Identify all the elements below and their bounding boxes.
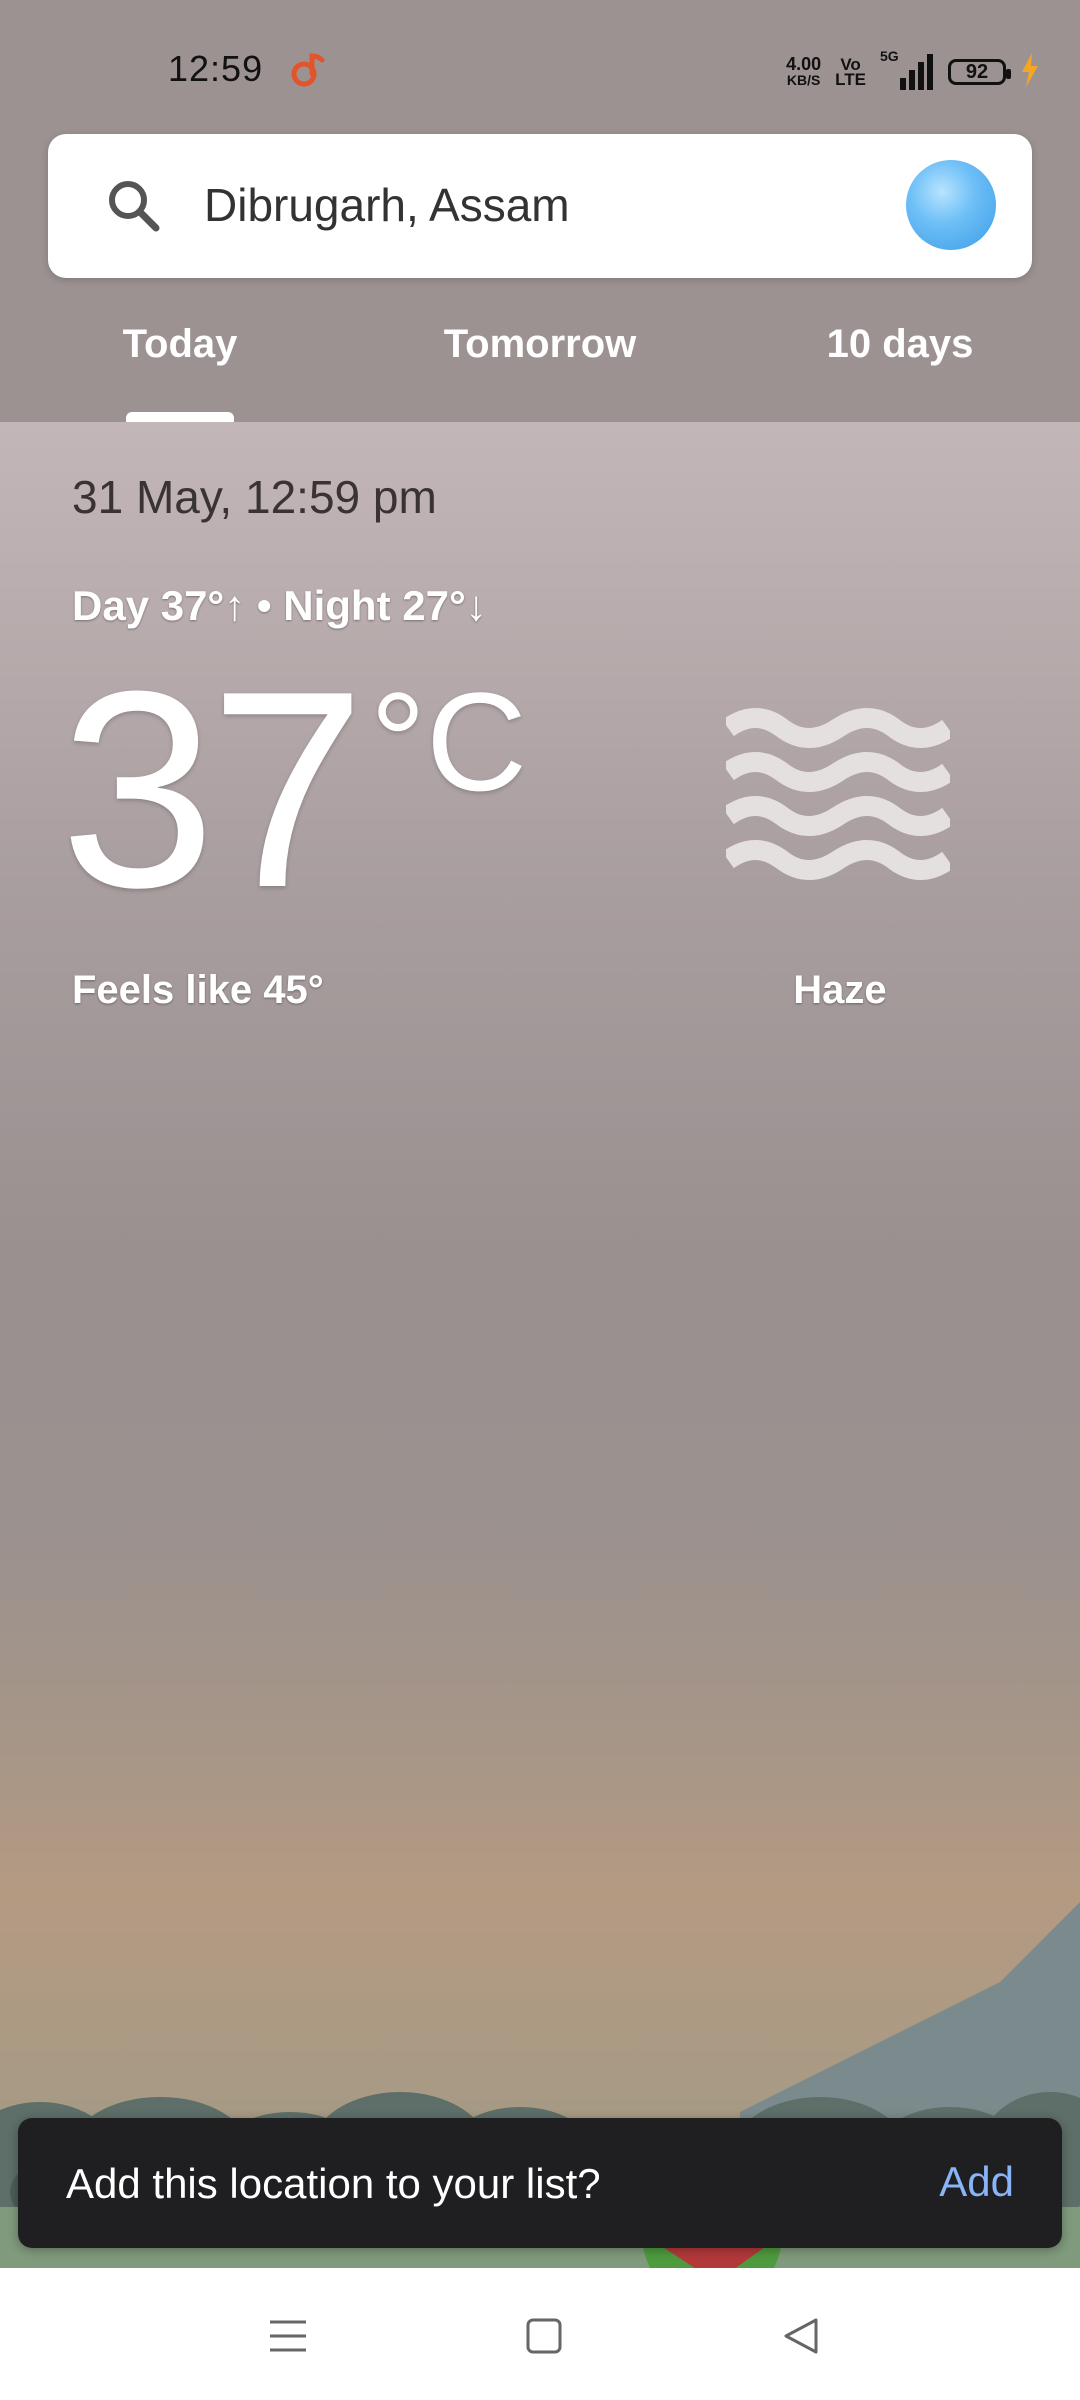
menu-icon[interactable] <box>264 2312 312 2360</box>
weather-panel: 31 May, 12:59 pm Day 37°↑ • Night 27°↓ 3… <box>0 422 1080 2268</box>
tab-today[interactable]: Today <box>80 322 280 367</box>
navigation-bar <box>0 2268 1080 2400</box>
feels-like: Feels like 45° <box>72 968 324 1012</box>
charging-icon <box>1020 52 1040 92</box>
status-bar: 12:59 4.00 KB/S Vo LTE 5G 92 <box>0 0 1080 130</box>
snackbar-message: Add this location to your list? <box>66 2160 601 2207</box>
music-note-icon <box>288 50 328 90</box>
add-location-snackbar: Add this location to your list? Add <box>18 2118 1062 2248</box>
header: 12:59 4.00 KB/S Vo LTE 5G 92 Dibrugarh, … <box>0 0 1080 422</box>
search-location-text[interactable]: Dibrugarh, Assam <box>204 178 570 232</box>
status-time: 12:59 <box>168 48 264 89</box>
tab-10-days[interactable]: 10 days <box>800 322 1000 367</box>
forecast-tabs: Today Tomorrow 10 days <box>0 300 1080 422</box>
net-speed-value: 4.00 <box>786 54 822 74</box>
haze-icon <box>722 704 954 890</box>
net-speed-unit: KB/S <box>786 72 821 88</box>
temperature-unit: °C <box>370 663 528 820</box>
current-temperature: 37 <box>60 634 365 946</box>
add-button[interactable]: Add <box>939 2158 1014 2206</box>
tab-tomorrow[interactable]: Tomorrow <box>420 322 660 367</box>
signal-icon: 5G <box>880 48 934 92</box>
net-speed: 4.00 KB/S <box>786 54 822 88</box>
volte-bottom: LTE <box>835 70 866 89</box>
date-time: 31 May, 12:59 pm <box>72 471 437 523</box>
home-icon[interactable] <box>520 2312 568 2360</box>
network-type: 5G <box>880 48 899 64</box>
status-indicators: 4.00 KB/S Vo LTE 5G 92 <box>786 48 1040 94</box>
battery-level: 92 <box>965 60 989 83</box>
search-bar[interactable]: Dibrugarh, Assam <box>48 134 1032 278</box>
volte-indicator: Vo LTE <box>835 56 866 89</box>
day-night-temps: Day 37°↑ • Night 27°↓ <box>72 582 487 629</box>
battery-indicator: 92 <box>948 59 1011 85</box>
search-icon[interactable] <box>102 174 166 238</box>
tab-selected-indicator <box>126 412 234 422</box>
weather-condition: Haze <box>793 968 887 1012</box>
avatar[interactable] <box>906 160 996 250</box>
back-icon[interactable] <box>778 2312 826 2360</box>
